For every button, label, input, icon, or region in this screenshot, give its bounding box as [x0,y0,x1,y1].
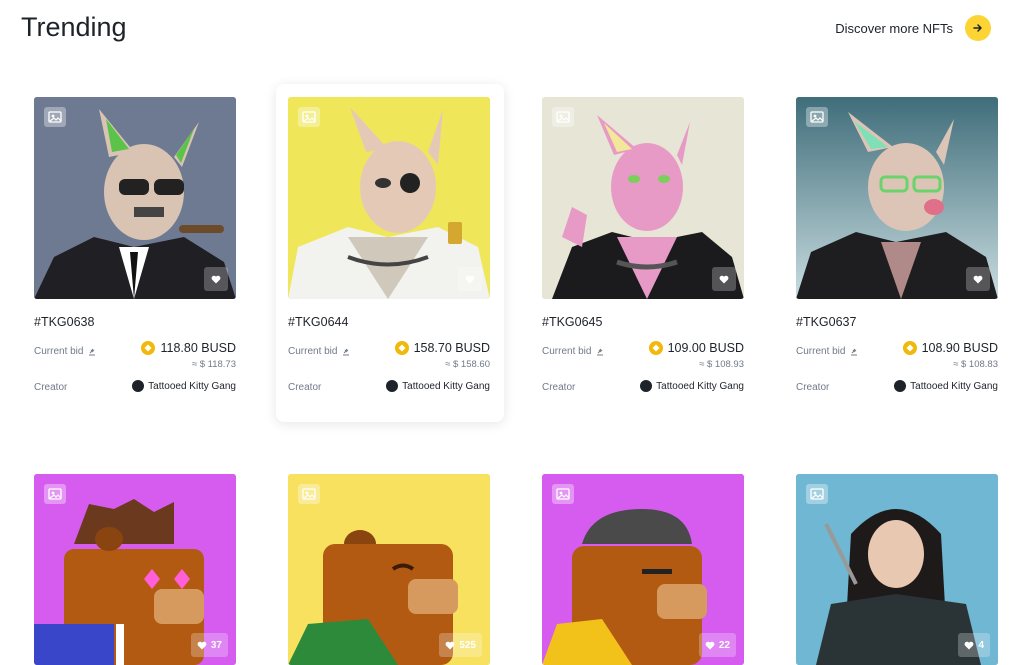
creator-name[interactable]: Tattooed Kitty Gang [148,381,236,392]
price-value: 118.80 BUSD [160,341,236,355]
like-count: 37 [210,639,222,651]
nft-image[interactable]: 22 [542,474,744,665]
price: 108.90 BUSD [902,341,998,355]
current-bid-text: Current bid [542,346,592,357]
creator-avatar [894,380,907,392]
auction-icon [597,348,604,355]
like-button[interactable]: 525 [439,633,482,657]
current-bid-label: Current bid [796,346,859,357]
heart-icon [719,275,729,283]
nft-card[interactable]: 525 [276,461,504,665]
creator-label: Creator [796,382,830,393]
nft-image[interactable] [542,97,744,299]
price-value: 108.90 BUSD [921,341,998,355]
creator-link[interactable]: Tattooed Kitty Gang [894,380,998,392]
current-bid-text: Current bid [288,346,338,357]
creator-name[interactable]: Tattooed Kitty Gang [910,381,998,392]
creator-label: Creator [34,382,68,393]
auction-icon [343,348,350,355]
creator-link[interactable]: Tattooed Kitty Gang [640,380,744,392]
heart-icon [465,275,475,283]
nft-image[interactable] [288,97,490,299]
price-value: 109.00 BUSD [667,341,744,355]
trending-header: Trending Discover more NFTs [21,12,1001,46]
nft-name[interactable]: #TKG0638 [34,315,94,329]
usd-price: ≈ $ 158.60 [445,359,490,370]
nft-name[interactable]: #TKG0644 [288,315,348,329]
nft-card[interactable]: #TKG0645 Current bid 109.00 BUSD ≈ $ 108… [530,84,758,422]
auction-icon [89,348,96,355]
creator-label: Creator [288,382,322,393]
nft-card[interactable]: #TKG0644 Current bid 158.70 BUSD ≈ $ 158… [276,84,504,422]
like-button[interactable]: 22 [698,633,736,657]
creator-link[interactable]: Tattooed Kitty Gang [386,380,490,392]
current-bid-label: Current bid [542,346,605,357]
creator-label: Creator [542,382,576,393]
nft-card[interactable]: 37 [22,461,250,665]
like-button[interactable] [204,267,228,291]
nft-name[interactable]: #TKG0645 [542,315,602,329]
creator-avatar [386,380,399,392]
like-button[interactable]: 4 [958,633,990,657]
image-type-icon [552,107,574,127]
like-count: 22 [718,639,730,651]
arrow-right-icon[interactable] [965,15,991,41]
usd-price: ≈ $ 108.83 [953,359,998,370]
image-type-icon [298,484,320,504]
nft-image[interactable]: 525 [288,474,490,665]
heart-icon [197,641,207,649]
image-type-icon [806,484,828,504]
discover-more-label[interactable]: Discover more NFTs [835,21,953,36]
usd-price: ≈ $ 108.93 [699,359,744,370]
discover-more-link[interactable]: Discover more NFTs [835,15,991,41]
creator-avatar [132,380,145,392]
heart-icon [211,275,221,283]
nft-card[interactable]: 4 [784,461,1012,665]
like-count: 4 [978,639,984,651]
like-button[interactable]: 37 [190,633,228,657]
nft-name[interactable]: #TKG0637 [796,315,856,329]
price-value: 158.70 BUSD [413,341,490,355]
price: 109.00 BUSD [648,341,744,355]
image-type-icon [298,107,320,127]
page-title: Trending [21,12,127,42]
creator-avatar [640,380,653,392]
current-bid-label: Current bid [288,346,351,357]
busd-coin-icon [902,341,917,355]
auction-icon [851,348,858,355]
heart-icon [705,641,715,649]
like-button[interactable] [712,267,736,291]
nft-image[interactable]: 4 [796,474,998,665]
image-type-icon [806,107,828,127]
heart-icon [973,275,983,283]
nft-image[interactable]: 37 [34,474,236,665]
price: 118.80 BUSD [141,341,236,355]
usd-price: ≈ $ 118.73 [191,359,236,370]
creator-name[interactable]: Tattooed Kitty Gang [402,381,490,392]
creator-name[interactable]: Tattooed Kitty Gang [656,381,744,392]
price: 158.70 BUSD [394,341,490,355]
nft-card[interactable]: 22 [530,461,758,665]
current-bid-text: Current bid [796,346,846,357]
like-count: 525 [459,639,476,651]
busd-coin-icon [648,341,663,355]
busd-coin-icon [141,341,156,355]
heart-icon [445,641,455,649]
like-button[interactable] [966,267,990,291]
image-type-icon [552,484,574,504]
busd-coin-icon [394,341,409,355]
heart-icon [965,641,974,649]
nft-image[interactable] [796,97,998,299]
nft-card[interactable]: #TKG0637 Current bid 108.90 BUSD ≈ $ 108… [784,84,1012,422]
image-type-icon [44,107,66,127]
like-button[interactable] [458,267,482,291]
image-type-icon [44,484,66,504]
current-bid-text: Current bid [34,346,84,357]
current-bid-label: Current bid [34,346,97,357]
nft-card[interactable]: #TKG0638 Current bid 118.80 BUSD ≈ $ 118… [22,84,250,422]
nft-image[interactable] [34,97,236,299]
creator-link[interactable]: Tattooed Kitty Gang [132,380,236,392]
